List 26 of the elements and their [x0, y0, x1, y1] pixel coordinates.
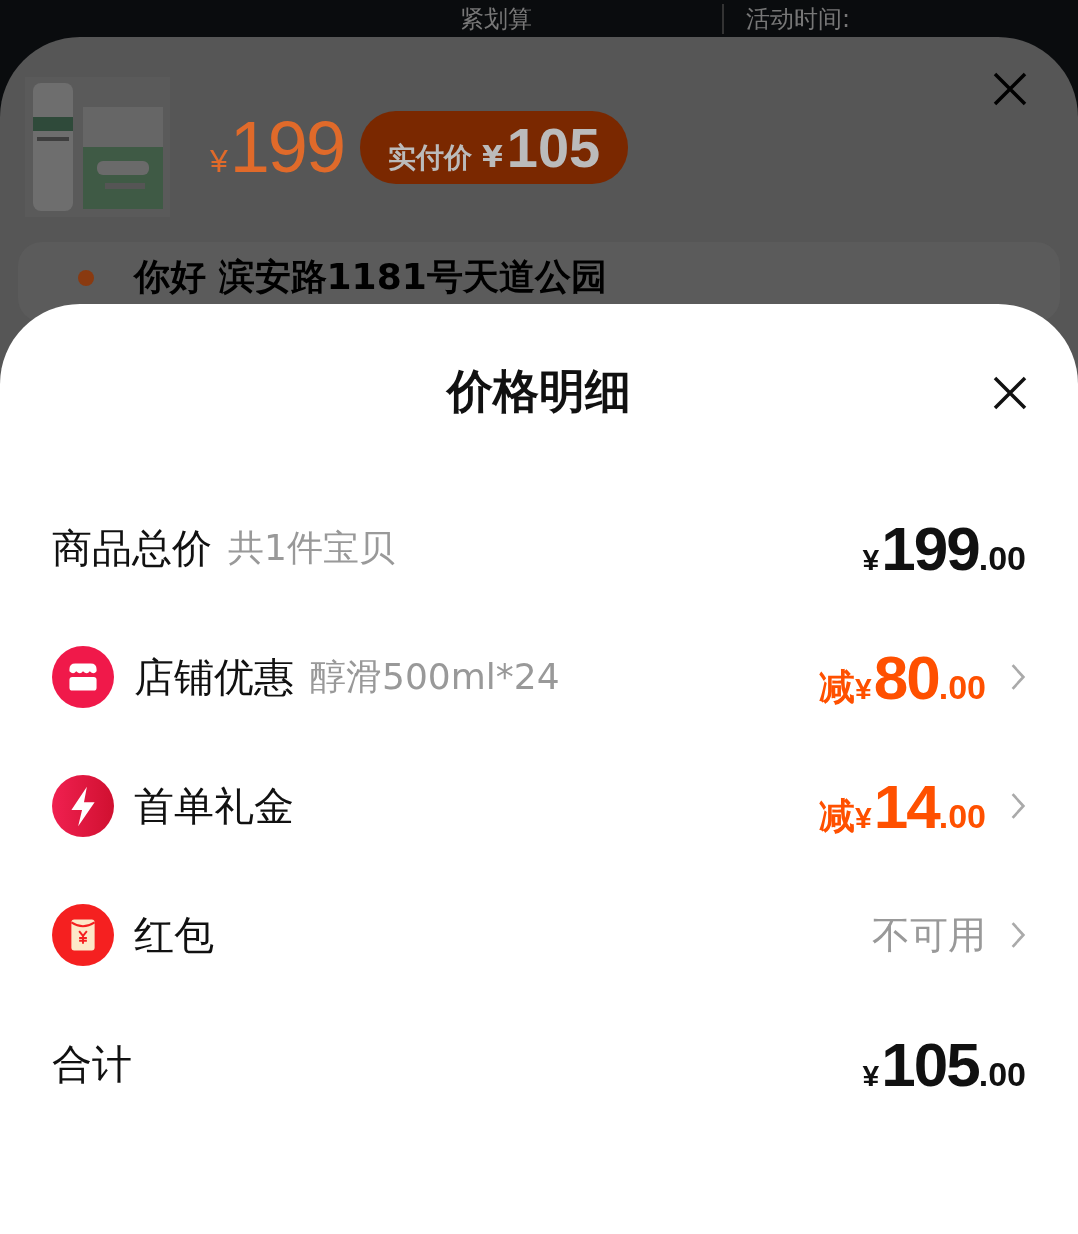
- envelope-icon: [52, 904, 114, 966]
- chevron-right-icon[interactable]: [1010, 663, 1026, 691]
- row-label: 红包: [134, 910, 214, 960]
- promo-text: 紧划算: [460, 3, 532, 34]
- row-label: 首单礼金: [134, 781, 294, 831]
- actual-price-badge: 实付价 ¥105: [359, 110, 629, 184]
- row-note: 共1件宝贝: [228, 525, 395, 570]
- status-text: 不可用: [872, 911, 986, 959]
- close-icon[interactable]: [993, 376, 1027, 410]
- time-label: 活动时间:: [746, 3, 851, 34]
- lightning-icon: [52, 775, 114, 837]
- price-amount: 减¥14.00: [819, 770, 986, 842]
- product-price: ¥199: [210, 106, 344, 188]
- address-text: 你好 滨安路1181号天道公园: [134, 256, 607, 298]
- chevron-right-icon[interactable]: [1010, 921, 1026, 949]
- shop-icon: [52, 646, 114, 708]
- row-label: 商品总价: [52, 523, 212, 573]
- price-amount: 减¥80.00: [819, 641, 986, 713]
- row-note: 醇滑500ml*24: [310, 654, 560, 699]
- chevron-right-icon[interactable]: [1010, 792, 1026, 820]
- location-dot-icon: [78, 270, 94, 286]
- price-amount: ¥105.00: [862, 1028, 1026, 1100]
- price-amount: ¥199.00: [862, 512, 1026, 584]
- sheet-title: 价格明细: [447, 363, 631, 420]
- row-label: 合计: [52, 1039, 132, 1089]
- row-label: 店铺优惠: [134, 652, 294, 702]
